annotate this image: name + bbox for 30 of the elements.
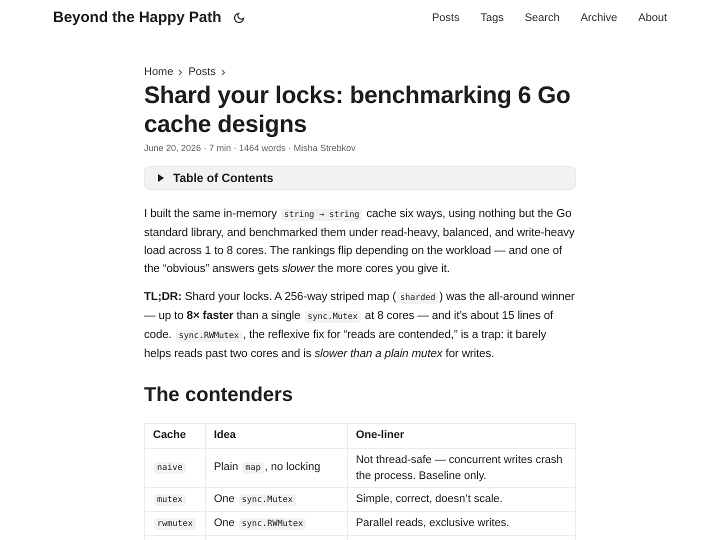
nav-link[interactable]: Posts [432,10,460,26]
site-title[interactable]: Beyond the Happy Path [53,6,222,30]
triangle-icon [157,174,165,182]
paragraph: TL;DR: Shard your locks. A 256-way striped map ( sharded ) was the all-around winner — up to 8× faster than a single sync.Mutex at 8 cores — and it’s about 15 lines of code. sync.RWMutex , the reflexive fix for “reads are contended,” is a trap: it barely helps reads past two cores and is slower than a plain mutex for writes. [144,290,576,362]
section-heading: The contenders [144,382,294,408]
column-header: Idea [205,423,348,448]
column-header: Cache [144,423,206,448]
nav-link[interactable]: Archive [580,10,618,26]
table-cell: Plain map , no locking [205,448,348,487]
chevron-icon [220,68,226,76]
nav-link[interactable]: Search [524,10,560,26]
table-of-contents[interactable]: Table of Contents [144,166,576,190]
table-cell: Simple, correct, doesn’t scale. [347,487,576,511]
table-cell: naive [144,448,206,487]
paragraph: I built the same in-memory string → string cache six ways, using nothing but the Go standard library, and benchmarked them under read-heavy, balanced, and write-heavy load across 1 to 8 cores. The rankings flip depending on the workload — and one of the “obvious” answers gets slower the more cores you give it. [144,206,576,276]
post-title: Shard your locks: benchmarking 6 Go cache designs [144,81,572,139]
table-cell: mutex [144,487,206,511]
table-cell: One sync.RWMutex [205,511,348,535]
moon-icon[interactable] [233,12,246,24]
table-cell: One sync.Mutex [205,487,348,511]
breadcrumb-link[interactable]: Home [144,64,174,80]
chevron-icon [178,68,184,76]
breadcrumb-link[interactable]: Posts [188,64,216,80]
table-cell: Not thread-safe — concurrent writes crash the process. Baseline only. [347,448,576,487]
nav-link[interactable]: Tags [480,10,504,26]
table-cell: rwmutex [144,511,206,535]
post-meta: June 20, 2026 · 7 min · 1464 words · Misha Strebkov [144,142,357,155]
table-cell: Parallel reads, exclusive writes. [347,511,576,535]
column-header: One-liner [347,423,576,448]
nav-link[interactable]: About [638,10,667,26]
